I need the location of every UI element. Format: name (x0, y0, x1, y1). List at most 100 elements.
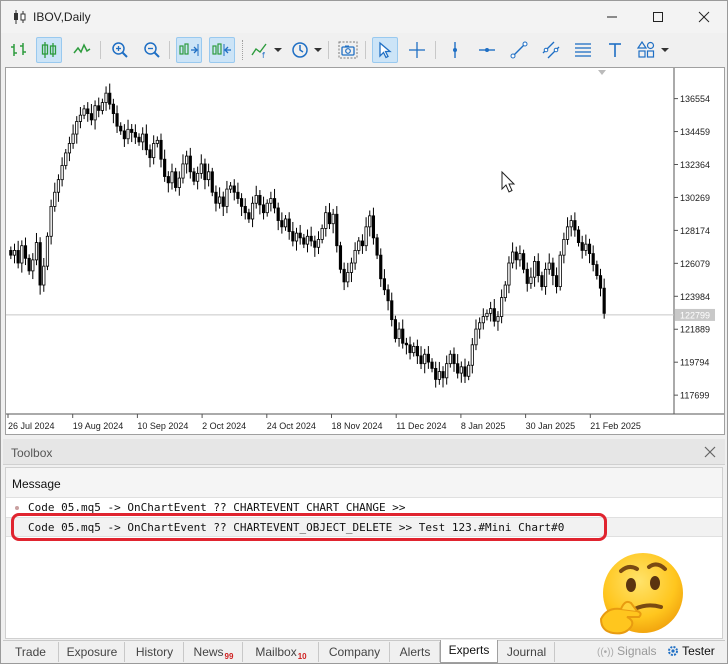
message-column-header[interactable]: Message (6, 468, 722, 498)
indicators-icon: f (251, 43, 267, 59)
tab-company[interactable]: Company (320, 642, 390, 662)
bear-candle (163, 158, 167, 177)
date-label: 8 Jan 2025 (461, 421, 506, 431)
candlestick-chart-button[interactable] (36, 37, 62, 63)
bear-candle (236, 191, 240, 199)
bear-candle (9, 250, 13, 256)
bull-candle (53, 191, 57, 207)
price-label: 130269 (680, 193, 710, 203)
auto-scroll-button[interactable] (176, 37, 202, 63)
cursor-tool-button[interactable] (372, 37, 398, 63)
price-label: 126079 (680, 259, 710, 269)
chart-shift-button[interactable] (209, 37, 235, 63)
bull-candle (170, 171, 174, 184)
trend-line-button[interactable] (506, 37, 532, 63)
bull-candle (12, 250, 17, 256)
bull-candle (269, 198, 273, 204)
bear-candle (210, 171, 214, 193)
chevron-down-icon[interactable] (314, 48, 322, 52)
screenshot-button[interactable] (335, 37, 361, 63)
text-tool-button[interactable] (602, 37, 628, 63)
bull-candle (45, 235, 50, 267)
date-label: 2 Oct 2024 (202, 421, 246, 431)
bull-candle (529, 276, 533, 284)
text-icon (609, 43, 621, 57)
bull-candle (562, 239, 566, 256)
bull-candle (459, 366, 463, 374)
message-header-label: Message (12, 477, 61, 491)
bear-candle (452, 353, 456, 365)
bear-candle (192, 171, 196, 182)
bull-candle (283, 218, 288, 228)
bear-candle (119, 125, 123, 132)
bull-candle (489, 308, 493, 314)
bull-candle (445, 363, 449, 379)
bull-candle (265, 202, 269, 214)
minimize-button[interactable] (589, 1, 635, 33)
tab-mailbox[interactable]: Mailbox10 (244, 642, 319, 662)
indicators-button[interactable]: f (247, 37, 273, 63)
tab-journal[interactable]: Journal (499, 642, 555, 662)
close-window-button[interactable] (681, 1, 727, 33)
bear-candle (382, 278, 387, 291)
crosshair-tool-button[interactable] (404, 37, 430, 63)
candlestick-chart[interactable]: 136554 134459 132364 130269 128174 126079 1239… (6, 68, 724, 434)
bull-candle (496, 316, 500, 322)
bull-candle (316, 239, 321, 248)
equidistant-channel-button[interactable] (538, 37, 564, 63)
bull-candle (49, 205, 53, 237)
bull-candle (511, 251, 515, 264)
tab-news[interactable]: News99 (185, 642, 243, 662)
tab-history[interactable]: History (126, 642, 184, 662)
tab-experts[interactable]: Experts (440, 640, 498, 663)
tab-exposure[interactable]: Exposure (60, 642, 125, 662)
maximize-button[interactable] (635, 1, 681, 33)
tab-alerts[interactable]: Alerts (391, 642, 440, 662)
price-chart[interactable]: 136554 134459 132364 130269 128174 126079 1239… (5, 67, 725, 435)
zoom-in-button[interactable] (107, 37, 133, 63)
mouse-cursor-icon (501, 170, 516, 193)
vertical-line-button[interactable] (442, 37, 468, 63)
bear-candle (598, 275, 603, 289)
timeframes-button[interactable] (287, 37, 313, 63)
horizontal-line-button[interactable] (474, 37, 500, 63)
bull-candle (470, 344, 474, 366)
toolbox-close-button[interactable] (701, 443, 719, 461)
chevron-down-icon[interactable] (661, 48, 669, 52)
bear-candle (148, 149, 152, 159)
bull-candle (324, 212, 328, 229)
line-chart-button[interactable] (69, 37, 95, 63)
bull-candle (152, 143, 156, 159)
title-bar[interactable]: IBOV,Daily (1, 1, 727, 33)
bear-candle (573, 220, 577, 231)
fibonacci-button[interactable] (570, 37, 596, 63)
bull-candle (485, 312, 489, 317)
bull-candle (423, 353, 427, 365)
bear-candle (430, 361, 434, 369)
toolbar-grip[interactable] (242, 40, 244, 60)
trend-line-icon (510, 41, 528, 59)
toolbox-header[interactable]: Toolbox (3, 439, 725, 465)
bear-candle (188, 155, 192, 173)
bear-candle (525, 268, 529, 284)
tab-signals[interactable]: ((•)) Signals (597, 644, 657, 658)
tab-tester[interactable]: Tester (667, 644, 715, 658)
price-label: 123984 (680, 292, 710, 302)
date-label: 30 Jan 2025 (526, 421, 576, 431)
bull-candle (126, 128, 130, 140)
bull-candle (71, 133, 75, 144)
bull-candle (507, 262, 511, 286)
toolbar-separator (365, 41, 366, 59)
bear-candle (576, 229, 581, 243)
bear-candle (86, 108, 90, 115)
vertical-line-icon (453, 42, 457, 58)
zoom-out-button[interactable] (139, 37, 165, 63)
tab-trade[interactable]: Trade (3, 642, 59, 662)
chevron-down-icon[interactable] (274, 48, 282, 52)
shapes-button[interactable] (633, 37, 659, 63)
bull-candle (141, 133, 145, 143)
bull-candle (250, 202, 255, 220)
bear-candle (243, 205, 247, 214)
price-label: 136554 (680, 94, 710, 104)
bar-chart-button[interactable] (6, 37, 32, 63)
